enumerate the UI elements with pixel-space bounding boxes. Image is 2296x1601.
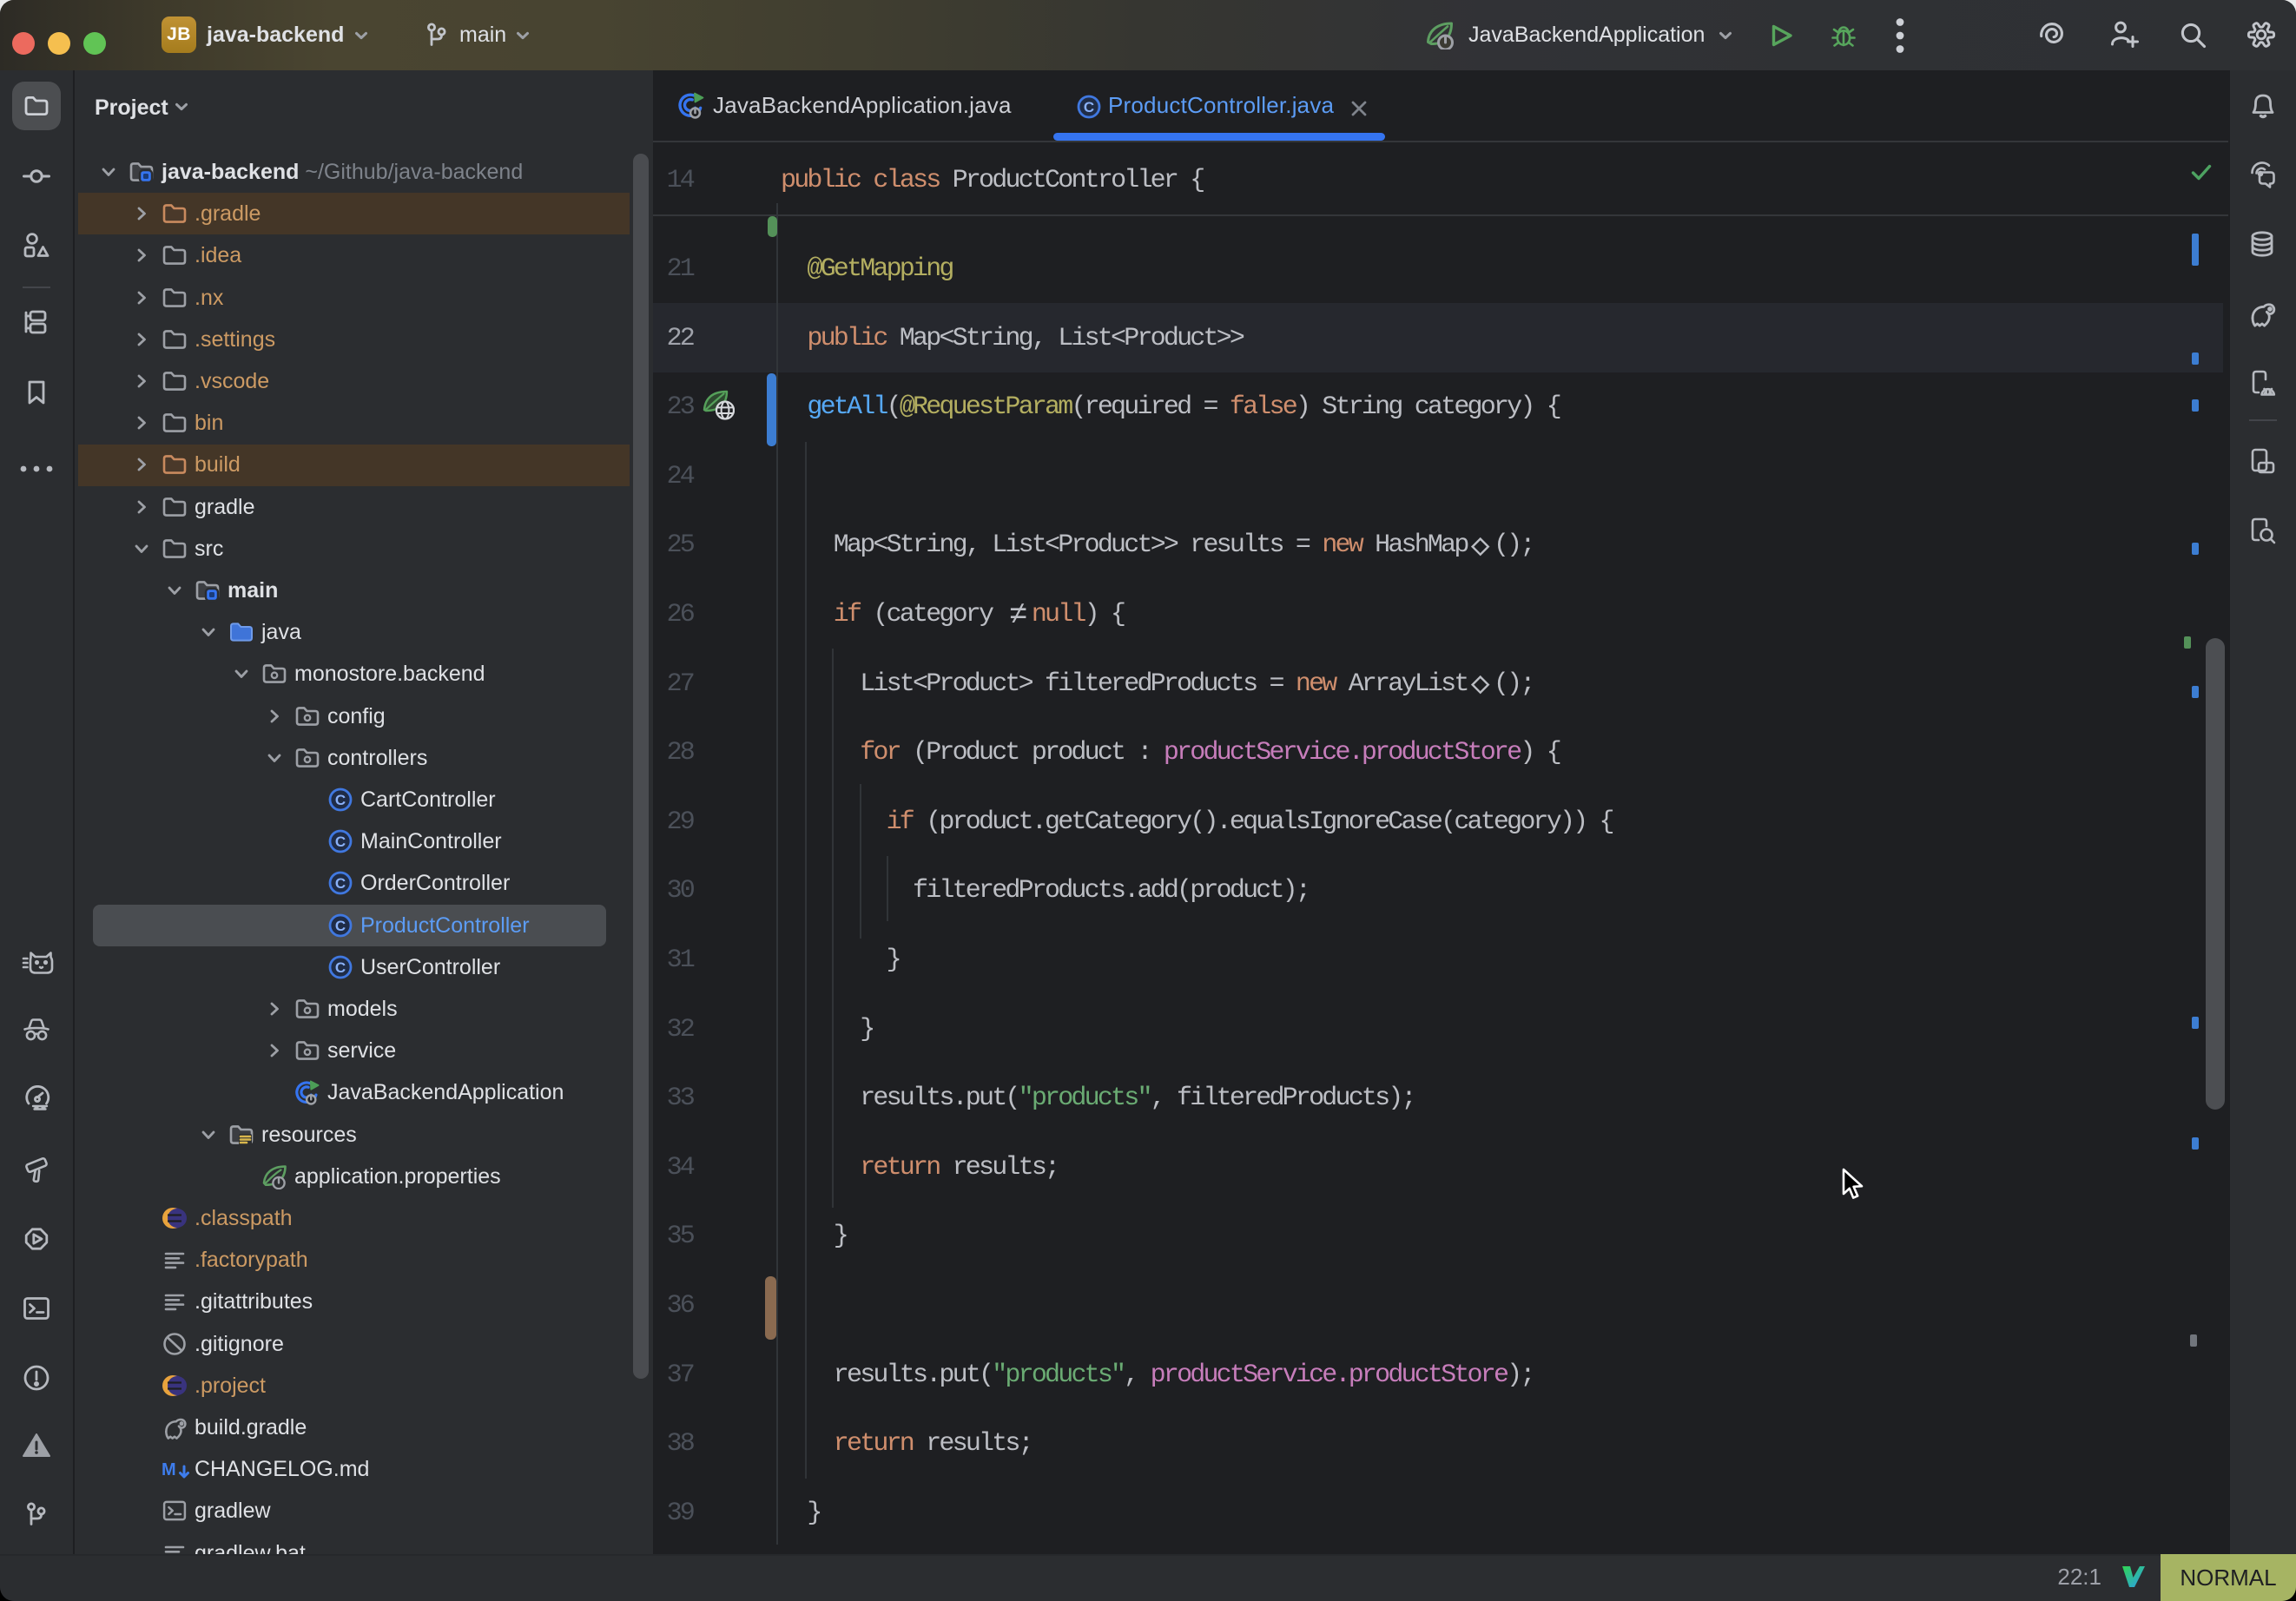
svg-text:C: C	[335, 875, 346, 892]
svg-text:C: C	[335, 833, 346, 850]
svg-text:C: C	[1084, 99, 1094, 115]
svg-text:C: C	[335, 918, 346, 934]
svg-text:C: C	[335, 959, 346, 976]
svg-text:M: M	[162, 1460, 176, 1479]
svg-text:C: C	[335, 792, 346, 808]
